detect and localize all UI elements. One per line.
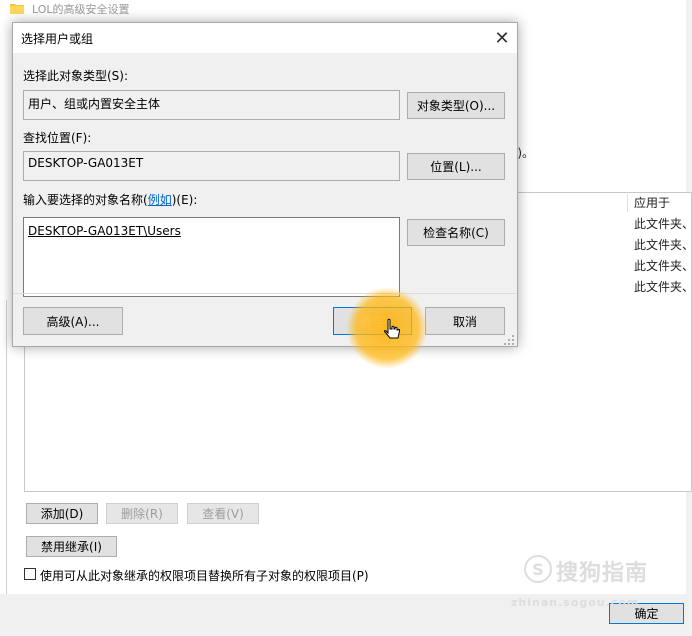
object-names-value: DESKTOP-GA013ET\Users: [28, 224, 181, 238]
dialog-titlebar[interactable]: 选择用户或组 ✕: [13, 23, 517, 53]
column-header-applies-to[interactable]: 应用于: [634, 194, 670, 211]
object-type-field: 用户、组或内置安全主体: [23, 90, 400, 120]
select-users-or-groups-dialog: 选择用户或组 ✕ 选择此对象类型(S): 用户、组或内置安全主体 对象类型(O)…: [12, 22, 518, 347]
disable-inheritance-button[interactable]: 禁用继承(I): [26, 536, 117, 557]
ok-button[interactable]: 确定: [333, 307, 412, 335]
object-names-input[interactable]: DESKTOP-GA013ET\Users: [23, 217, 400, 297]
resize-grip-icon[interactable]: [503, 334, 515, 346]
enter-names-label-suffix: )(E):: [171, 193, 198, 207]
locations-button[interactable]: 位置(L)...: [407, 153, 505, 180]
watermark-url: zhinan.sogou.com: [511, 596, 640, 609]
enter-object-names-label: 输入要选择的对象名称(例如)(E):: [23, 191, 197, 208]
list-item[interactable]: 此文件夹、: [634, 236, 692, 253]
object-types-button[interactable]: 对象类型(O)...: [407, 92, 505, 119]
background-left-border: [6, 300, 7, 605]
remove-button[interactable]: 删除(R): [106, 503, 178, 524]
location-label: 查找位置(F):: [23, 131, 92, 145]
location-field: DESKTOP-GA013ET: [23, 151, 400, 181]
list-item[interactable]: 此文件夹、: [634, 257, 692, 274]
object-type-label: 选择此对象类型(S):: [23, 69, 129, 83]
close-icon[interactable]: ✕: [489, 25, 515, 51]
dialog-divider: [13, 293, 517, 294]
background-window-title: LOL的高级安全设置: [32, 3, 130, 16]
replace-child-permissions-checkbox[interactable]: [24, 568, 36, 580]
watermark-brand: 搜狗指南: [556, 561, 649, 586]
dialog-title: 选择用户或组: [21, 32, 94, 46]
examples-link[interactable]: 例如: [148, 193, 172, 207]
folder-icon: [10, 4, 24, 14]
list-item[interactable]: 此文件夹、: [634, 278, 692, 295]
add-button[interactable]: 添加(D): [26, 503, 98, 524]
check-names-button[interactable]: 检查名称(C): [407, 219, 505, 246]
column-divider[interactable]: [627, 192, 628, 212]
advanced-button[interactable]: 高级(A)...: [23, 307, 123, 335]
view-button[interactable]: 查看(V): [187, 503, 259, 524]
list-item[interactable]: 此文件夹、: [634, 215, 692, 232]
replace-child-permissions-label[interactable]: 使用可从此对象继承的权限项目替换所有子对象的权限项目(P): [40, 567, 369, 584]
cancel-button[interactable]: 取消: [425, 307, 505, 335]
background-titlebar: LOL的高级安全设置: [0, 0, 692, 18]
enter-names-label-prefix: 输入要选择的对象名称(: [23, 193, 148, 207]
watermark-logo-icon: S: [524, 555, 552, 583]
